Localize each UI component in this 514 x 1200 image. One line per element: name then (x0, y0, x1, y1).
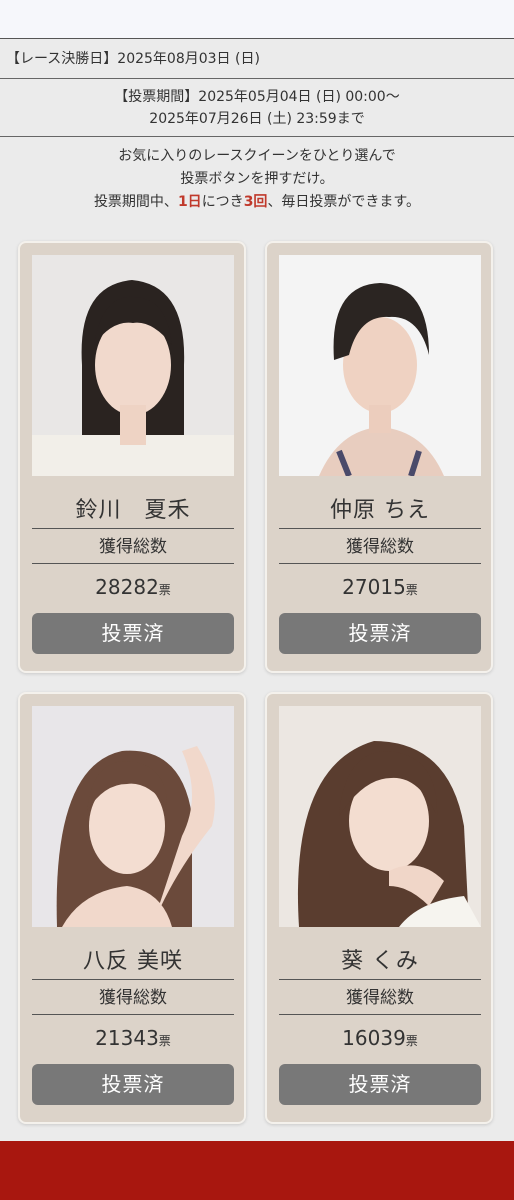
footer-bar (0, 1141, 514, 1200)
vote-count-unit: 票 (158, 1034, 171, 1048)
candidate-name: 鈴川 夏禾 (32, 493, 234, 529)
vote-count: 21343票 (32, 1018, 234, 1058)
total-votes-label: 獲得総数 (32, 531, 234, 564)
intro-line-1: お気に入りのレースクイーンをひとり選んで (118, 148, 396, 164)
voted-button[interactable]: 投票済 (32, 1064, 234, 1105)
vote-count-unit: 票 (158, 583, 171, 597)
candidate-card: 葵 くみ 獲得総数 16039票 投票済 (265, 692, 493, 1124)
voted-button[interactable]: 投票済 (279, 613, 481, 654)
total-votes-label: 獲得総数 (279, 982, 481, 1015)
intro-line-3-post: 、毎日投票ができます。 (267, 194, 421, 210)
candidate-card: 八反 美咲 獲得総数 21343票 投票済 (18, 692, 246, 1124)
vote-count-number: 21343 (95, 1026, 159, 1050)
candidate-photo (279, 706, 481, 927)
vote-count: 27015票 (279, 567, 481, 607)
candidate-photo (279, 255, 481, 476)
total-votes-label: 獲得総数 (32, 982, 234, 1015)
intro-line-3-pre: 投票期間中、 (93, 194, 178, 210)
vote-count-unit: 票 (405, 1034, 418, 1048)
intro-line-3: 投票期間中、1日につき3回、毎日投票ができます。 (0, 191, 514, 214)
vote-count-number: 28282 (95, 575, 159, 599)
voted-button[interactable]: 投票済 (32, 613, 234, 654)
total-votes-label: 獲得総数 (279, 531, 481, 564)
intro-text: お気に入りのレースクイーンをひとり選んで 投票ボタンを押すだけ。 投票期間中、1… (0, 137, 514, 239)
voted-button[interactable]: 投票済 (279, 1064, 481, 1105)
vote-count: 16039票 (279, 1018, 481, 1058)
candidate-name: 八反 美咲 (32, 944, 234, 980)
candidate-card: 仲原 ちえ 獲得総数 27015票 投票済 (265, 241, 493, 673)
top-strip (0, 0, 514, 38)
vote-count-number: 27015 (342, 575, 406, 599)
candidate-card: 鈴川 夏禾 獲得総数 28282票 投票済 (18, 241, 246, 673)
vote-count-number: 16039 (342, 1026, 406, 1050)
race-day: 【レース決勝日】2025年08月03日 (日) (0, 39, 514, 79)
vote-count-unit: 票 (405, 583, 418, 597)
vote-period-start: 【投票期間】2025年05月04日 (日) 00:00〜 (114, 89, 400, 105)
vote-period: 【投票期間】2025年05月04日 (日) 00:00〜 2025年07月26日… (0, 79, 514, 137)
vote-period-end: 2025年07月26日 (土) 23:59まで (149, 111, 365, 127)
intro-line-3-mid: につき (201, 194, 244, 210)
intro-line-2: 投票ボタンを押すだけ。 (180, 171, 334, 187)
candidate-name: 葵 くみ (279, 944, 481, 980)
vote-count: 28282票 (32, 567, 234, 607)
candidate-photo (32, 706, 234, 927)
candidate-photo (32, 255, 234, 476)
intro-highlight-times: 3回 (243, 194, 268, 210)
vote-panel: 【レース決勝日】2025年08月03日 (日) 【投票期間】2025年05月04… (0, 38, 514, 1141)
intro-highlight-day: 1日 (177, 194, 202, 210)
candidate-name: 仲原 ちえ (279, 493, 481, 529)
